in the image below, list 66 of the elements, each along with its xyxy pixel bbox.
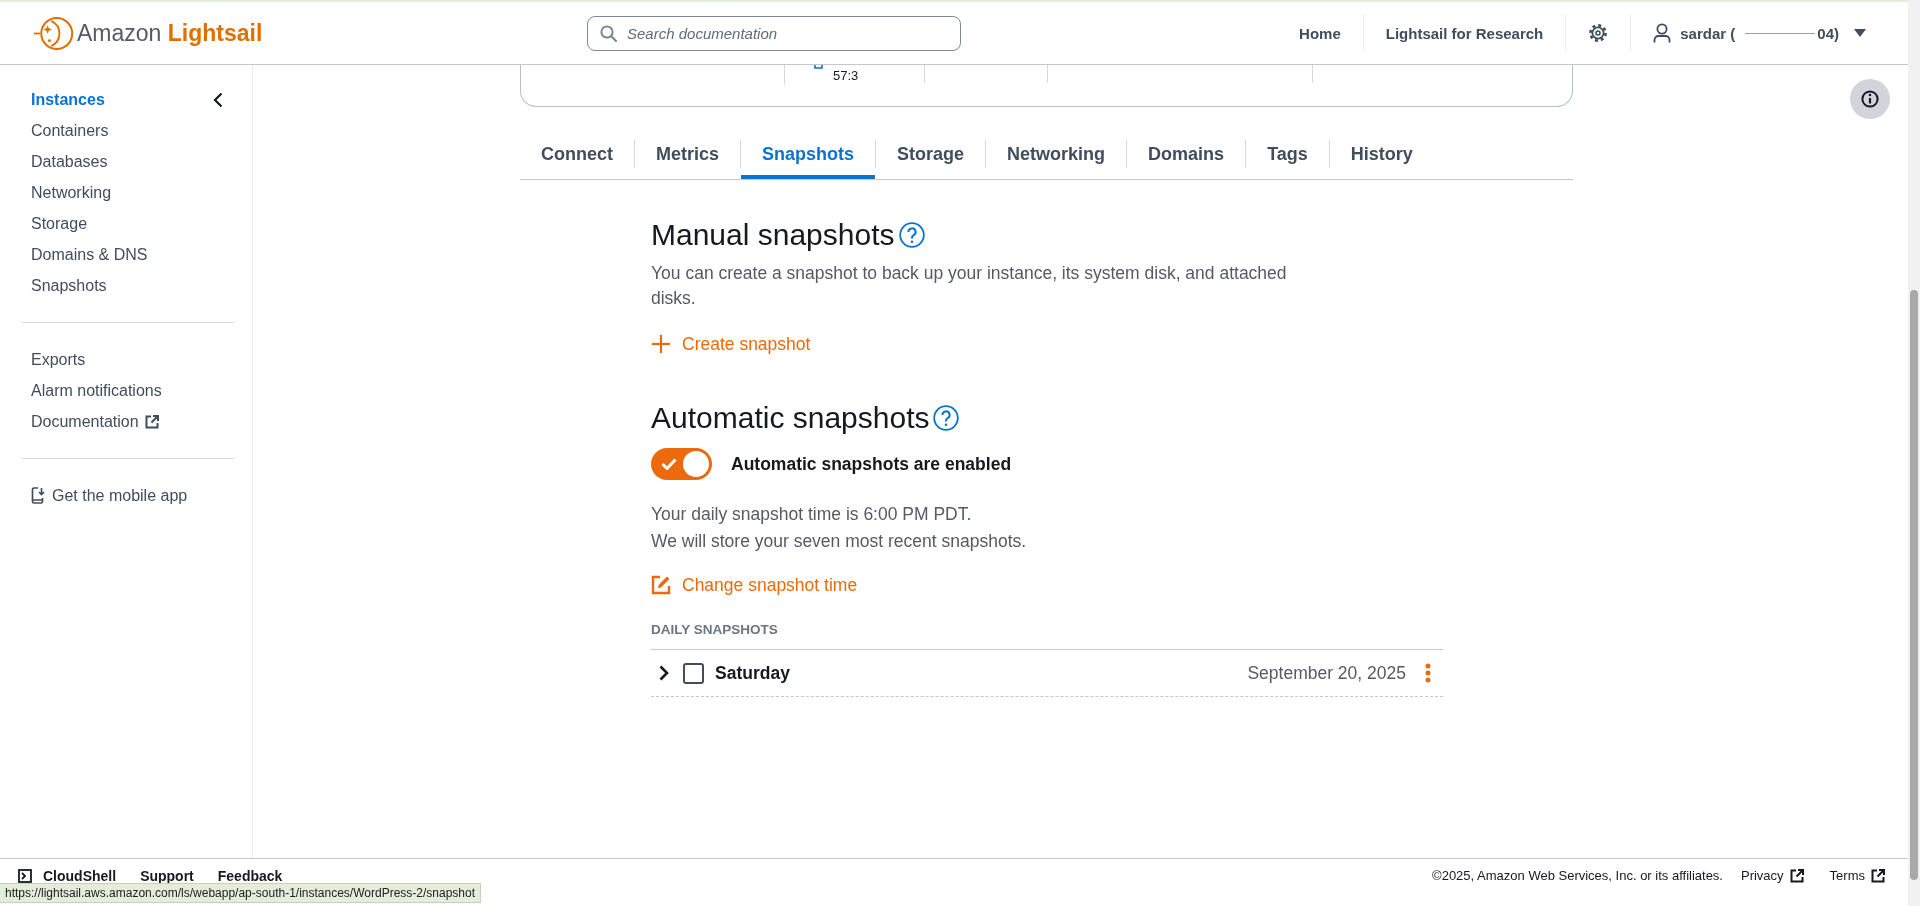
sidebar-link[interactable]: Get the mobile app [31,480,188,511]
snapshot-date: September 20, 2025 [1247,662,1406,684]
info-text: Your daily snapshot time is 6:00 PM PDT. [651,503,972,526]
info-icon [1861,90,1879,108]
section-title: Automatic snapshots [651,400,930,436]
section-description: You can create a snapshot to back up your instance, its system disk, and attached disks. [651,262,1288,310]
sidebar-link[interactable]: Snapshots [31,270,107,301]
scrollbar-thumb[interactable] [1910,290,1918,880]
sidebar-link[interactable]: Exports [31,344,86,375]
tab[interactable]: Storage [876,133,986,179]
terminal-icon [18,869,32,883]
sidebar-link[interactable]: Domains & DNS [31,239,148,270]
search-icon [600,24,617,42]
footer-link[interactable]: CloudShell [18,868,117,884]
user-menu[interactable]: sardar ( 04) [1631,23,1866,43]
caret-icon [1854,29,1866,37]
tab[interactable]: Tags [1246,133,1329,179]
sidebar-link[interactable]: Databases [31,146,108,177]
tab[interactable]: History [1329,133,1434,179]
more-options-icon[interactable] [1425,663,1431,683]
copyright-text: ©2025, Amazon Web Services, Inc. or its affiliates. [1432,868,1723,884]
check-icon [661,458,677,470]
phone-download-icon [31,487,45,504]
sidebar-link[interactable]: Networking [31,177,112,208]
sidebar-link[interactable]: Instances [31,84,105,115]
tab[interactable]: Metrics [635,133,741,179]
sidebar-link[interactable]: Documentation [31,406,159,437]
status-url: https://lightsail.aws.amazon.com/ls/webapp/ap-south-1/instances/WordPress-2/snapshot [0,883,481,903]
settings-icon[interactable] [1588,23,1609,43]
tab[interactable]: Connect [520,133,634,179]
tab[interactable]: Networking [986,133,1127,179]
snapshot-name: Saturday [715,662,790,684]
checkbox[interactable] [683,662,704,684]
help-icon[interactable] [898,222,925,248]
plus-icon [651,334,671,354]
user-icon [1653,23,1672,43]
logo-text: Amazon Lightsail [77,19,263,47]
list-heading: DAILY SNAPSHOTS [651,622,778,638]
logo-icon [34,15,74,51]
nav-link[interactable]: Home [1277,24,1363,42]
redaction-line [1745,32,1816,34]
footer-link[interactable]: Terms [1829,868,1885,883]
section-title: Manual snapshots [651,217,895,253]
sidebar-link[interactable]: Storage [31,208,88,239]
tab[interactable]: Snapshots [741,133,876,179]
search-field[interactable]: Search documentation [587,15,961,51]
footer-link[interactable]: Feedback [217,868,283,884]
footer-link[interactable]: Privacy [1741,868,1804,883]
time-text: 57:3 [833,69,859,83]
edit-icon [651,575,671,595]
nav-link[interactable]: Lightsail for Research [1363,24,1566,42]
external-link-icon [144,414,159,429]
toggle-switch[interactable] [651,448,712,480]
footer-link[interactable]: Support [140,868,194,884]
external-link-icon [1789,868,1804,883]
snapshot-row[interactable]: Saturday September 20, 2025 [651,649,1443,697]
chevron-right-icon[interactable] [659,665,669,681]
external-link-icon [1871,868,1885,883]
chevron-left-icon[interactable] [213,92,223,108]
info-button[interactable] [1850,79,1890,119]
toggle-label: Automatic snapshots are enabled [731,453,1012,475]
sidebar-link[interactable]: Alarm notifications [31,375,162,406]
sidebar-link[interactable]: Containers [31,115,109,146]
help-icon[interactable] [933,405,960,431]
info-text: We will store your seven most recent snapshots. [651,530,1027,553]
tab[interactable]: Domains [1127,133,1246,179]
